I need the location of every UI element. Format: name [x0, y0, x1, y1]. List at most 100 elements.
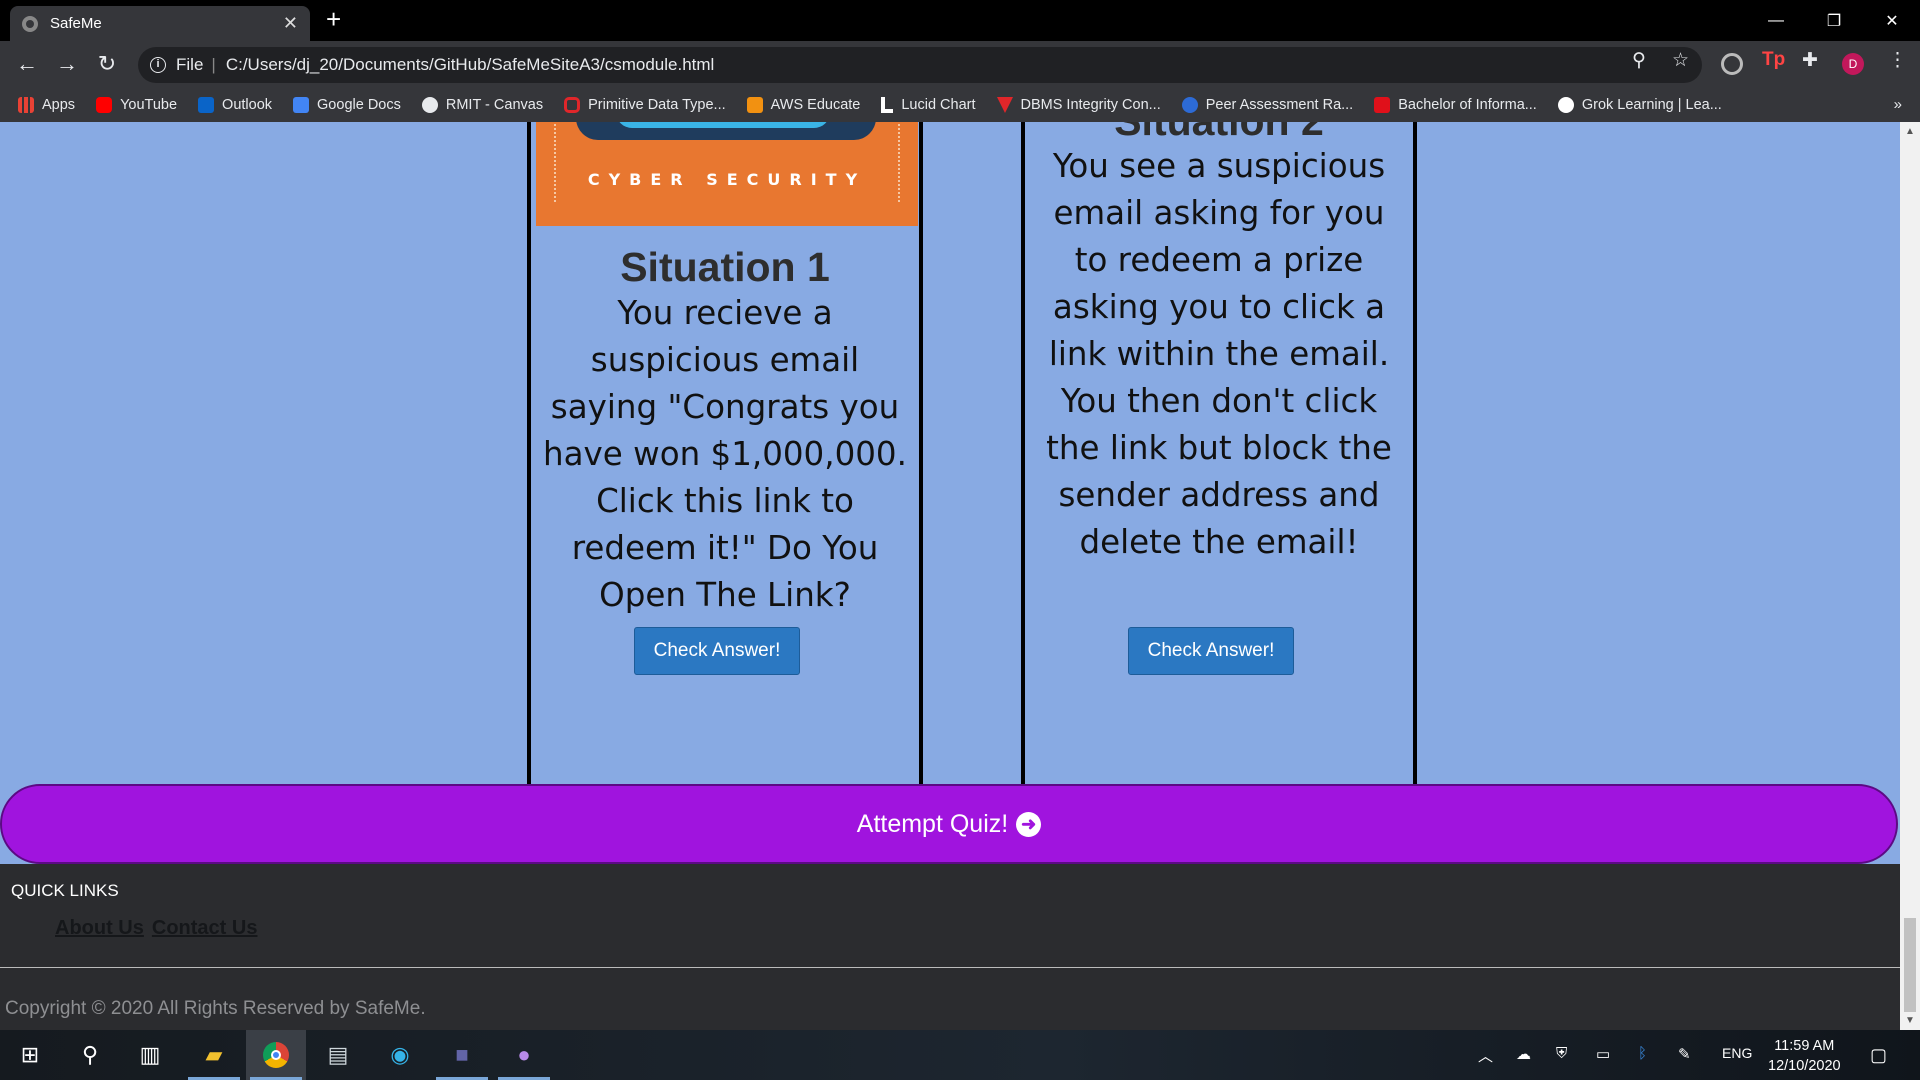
bachelor-icon — [1374, 97, 1391, 113]
close-window-button[interactable]: ✕ — [1864, 0, 1920, 41]
file-explorer-icon[interactable]: ▰ — [184, 1030, 244, 1080]
aws-icon — [746, 97, 763, 113]
situation-description: You recieve a suspicious email saying "C… — [543, 294, 907, 614]
page-favicon-icon — [22, 15, 38, 32]
bookmark-label: Peer Assessment Ra... — [1205, 97, 1354, 113]
canvas-icon — [421, 97, 438, 113]
situation-card-2: Situation 2 You see a suspicious email a… — [1021, 122, 1417, 806]
start-windows-icon[interactable]: ⊞ — [0, 1030, 60, 1080]
address-scheme-label: File — [176, 55, 204, 74]
profile-avatar[interactable]: D — [1842, 53, 1864, 75]
bookmark-bachelor[interactable]: Bachelor of Informa... — [1374, 97, 1537, 113]
attempt-quiz-button[interactable]: Attempt Quiz! ➜ — [0, 784, 1898, 864]
bookmark-apps[interactable]: Apps — [18, 97, 75, 113]
new-tab-button[interactable]: + — [326, 4, 341, 35]
google-docs-icon — [293, 97, 310, 113]
bookmark-lucid-chart[interactable]: Lucid Chart — [881, 97, 976, 113]
bookmarks-bar: Apps YouTube Outlook Google Docs RMIT - … — [0, 88, 1920, 122]
page-scrollbar[interactable]: ▲ ▼ — [1900, 122, 1920, 1030]
address-url: C:/Users/dj_20/Documents/GitHub/SafeMeSi… — [225, 55, 715, 74]
bookmark-label: RMIT - Canvas — [445, 97, 544, 113]
situation-description: You see a suspicious email asking for yo… — [1046, 147, 1392, 561]
scroll-up-arrow-icon[interactable]: ▲ — [1905, 126, 1915, 137]
zoom-icon[interactable]: ⚲ — [1632, 49, 1646, 72]
bookmark-grok-learning[interactable]: Grok Learning | Lea... — [1557, 97, 1722, 113]
search-icon[interactable]: ⚲ — [60, 1030, 120, 1080]
system-clock[interactable]: 11:59 AM 12/10/2020 — [1768, 1036, 1841, 1076]
reload-button[interactable]: ↻ — [93, 51, 121, 77]
back-button[interactable]: ← — [13, 51, 41, 77]
oracle-icon — [564, 97, 581, 113]
about-us-link[interactable]: About Us — [55, 917, 144, 939]
browser-menu-icon[interactable]: ⋮ — [1888, 49, 1907, 72]
scrollbar-thumb[interactable] — [1904, 918, 1916, 1012]
close-tab-icon[interactable]: ✕ — [283, 13, 298, 34]
youtube-icon — [96, 97, 113, 113]
bookmark-label: YouTube — [120, 97, 178, 113]
scroll-down-arrow-icon[interactable]: ▼ — [1905, 1015, 1915, 1026]
footer-links: About Us Contact Us — [55, 917, 265, 940]
dbms-icon — [996, 97, 1013, 113]
pen-workspace-icon[interactable]: ✎ — [1678, 1045, 1691, 1063]
bookmark-label: Google Docs — [317, 97, 401, 113]
cyber-security-image: CYBER SECURITY — [536, 122, 918, 226]
bookmark-dbms-integrity[interactable]: DBMS Integrity Con... — [996, 97, 1161, 113]
browser-titlebar: SafeMe ✕ + — ❐ ✕ — [0, 0, 1920, 41]
printer-app-icon[interactable]: ▤ — [308, 1030, 368, 1080]
task-view-icon[interactable]: ▥ — [120, 1030, 180, 1080]
check-answer-button[interactable]: Check Answer! — [634, 627, 800, 675]
bookmark-primitive-data-types[interactable]: Primitive Data Type... — [564, 97, 726, 113]
address-separator: | — [211, 55, 216, 74]
laptop-illustration — [576, 122, 876, 140]
battery-icon[interactable]: ▭ — [1596, 1045, 1610, 1063]
minimize-button[interactable]: — — [1748, 0, 1804, 41]
chrome-icon[interactable] — [246, 1030, 306, 1080]
bookmark-outlook[interactable]: Outlook — [198, 97, 272, 113]
copyright-text: Copyright © 2020 All Rights Reserved by … — [5, 998, 426, 1019]
edge-icon[interactable]: ◉ — [370, 1030, 430, 1080]
bookmark-label: Lucid Chart — [901, 97, 976, 113]
tab-title: SafeMe — [50, 15, 102, 32]
extensions-puzzle-icon[interactable]: ✚ — [1802, 49, 1818, 72]
extension-tp-icon[interactable]: Tp — [1762, 49, 1785, 71]
bluetooth-icon[interactable]: ᛒ — [1638, 1045, 1647, 1062]
check-answer-button[interactable]: Check Answer! — [1128, 627, 1294, 675]
image-caption: CYBER SECURITY — [587, 170, 867, 189]
onedrive-cloud-icon[interactable]: ☁ — [1516, 1045, 1531, 1063]
outlook-icon — [198, 97, 215, 113]
peer-icon — [1181, 97, 1198, 113]
bookmark-label: DBMS Integrity Con... — [1020, 97, 1161, 113]
language-indicator[interactable]: ENG — [1722, 1045, 1752, 1061]
forward-button[interactable]: → — [53, 51, 81, 77]
show-hidden-icons-icon[interactable]: ︿ — [1478, 1045, 1493, 1066]
address-bar[interactable]: i File | C:/Users/dj_20/Documents/GitHub… — [138, 47, 1702, 83]
apps-grid-icon — [18, 97, 34, 113]
bookmark-peer-assessment[interactable]: Peer Assessment Ra... — [1181, 97, 1354, 113]
bookmark-star-icon[interactable]: ☆ — [1672, 49, 1689, 72]
restore-button[interactable]: ❐ — [1806, 0, 1862, 41]
bookmark-google-docs[interactable]: Google Docs — [293, 97, 401, 113]
bookmark-label: Primitive Data Type... — [588, 97, 726, 113]
windows-taskbar: ⊞ ⚲ ▥ ▰ ▤ ◉ ■ ● ︿ ☁ ⛨ ▭ ᛒ ✎ ENG 11:59 AM… — [0, 1030, 1920, 1080]
bookmark-label: AWS Educate — [770, 97, 861, 113]
bookmark-aws-educate[interactable]: AWS Educate — [746, 97, 861, 113]
arrow-right-circle-icon: ➜ — [1016, 811, 1042, 837]
quick-links-heading: QUICK LINKS — [11, 881, 119, 900]
github-desktop-icon[interactable]: ● — [494, 1030, 554, 1080]
extension-circle-icon[interactable] — [1721, 53, 1743, 75]
browser-tab[interactable]: SafeMe ✕ — [10, 6, 310, 41]
teams-icon[interactable]: ■ — [432, 1030, 492, 1080]
grok-icon — [1557, 97, 1574, 113]
site-footer: QUICK LINKS About Us Contact Us Copyright… — [0, 864, 1900, 1030]
security-shield-icon[interactable]: ⛨ — [1556, 1045, 1567, 1062]
decorative-dots — [898, 122, 901, 202]
browser-toolbar: ← → ↻ i File | C:/Users/dj_20/Documents/… — [0, 41, 1920, 88]
site-info-icon[interactable]: i — [150, 57, 166, 73]
notifications-icon[interactable]: ▢ — [1870, 1045, 1887, 1066]
situation-title: Situation 1 — [620, 244, 830, 290]
contact-us-link[interactable]: Contact Us — [152, 917, 258, 939]
bookmark-rmit-canvas[interactable]: RMIT - Canvas — [421, 97, 544, 113]
bookmark-label: Bachelor of Informa... — [1398, 97, 1537, 113]
bookmark-youtube[interactable]: YouTube — [96, 97, 177, 113]
bookmarks-overflow-button[interactable]: » — [1894, 96, 1902, 113]
